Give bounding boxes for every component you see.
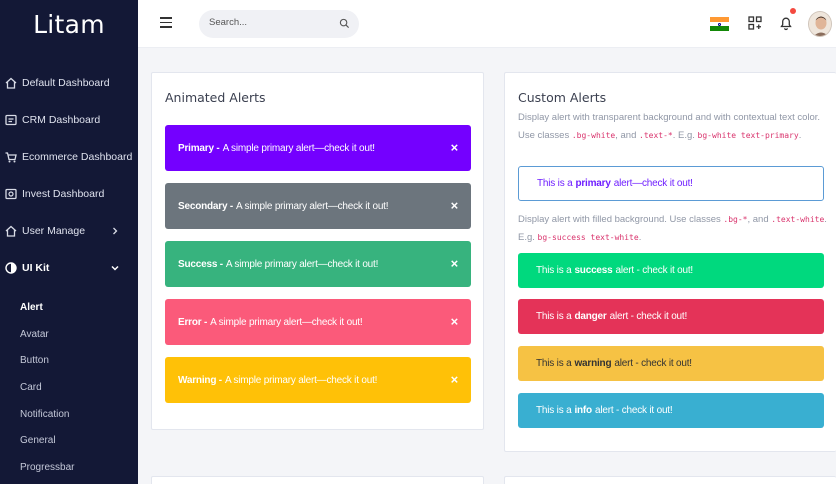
alert-text-bold: warning	[574, 358, 612, 369]
sidebar-item-invest-dashboard[interactable]: Invest Dashboard	[0, 181, 138, 207]
sidebar-item-label: UI Kit	[22, 262, 50, 274]
animated-alerts-card: Animated Alerts Primary - A simple prima…	[151, 72, 484, 430]
search-bar	[199, 10, 359, 38]
desc-text: .	[798, 130, 802, 141]
alert-label: Warning -	[178, 374, 222, 386]
close-icon[interactable]: ×	[451, 314, 459, 329]
sidebar-item-label: Invest Dashboard	[22, 188, 105, 200]
sidebar-subitem-avatar[interactable]: Avatar	[20, 329, 49, 340]
sidebar-item-ecommerce-dashboard[interactable]: Ecommerce Dashboard	[0, 144, 138, 170]
alert-filled-danger: This is a danger alert - check it out!	[518, 299, 824, 334]
sidebar-subitem-button[interactable]: Button	[20, 355, 49, 366]
alert-text-pre: This is a	[536, 265, 572, 276]
sidebar-item-user-manage[interactable]: User Manage	[0, 218, 138, 244]
close-icon[interactable]: ×	[451, 140, 459, 155]
cart-icon	[5, 152, 17, 163]
alert-filled-info: This is a info alert - check it out!	[518, 393, 824, 428]
sidebar-item-default-dashboard[interactable]: Default Dashboard	[0, 70, 138, 96]
alert-text-bold: primary	[575, 178, 611, 189]
menu-icon[interactable]	[160, 17, 172, 29]
sidebar-subitem-progressbar[interactable]: Progressbar	[20, 462, 74, 473]
alert-filled-warning: This is a warning alert - check it out!	[518, 346, 824, 381]
sidebar: Litam Default Dashboard CRM Dashboard Ec…	[0, 0, 138, 484]
bell-icon[interactable]	[778, 14, 794, 32]
alert-text-post: alert - check it out!	[594, 405, 673, 416]
crm-icon	[5, 114, 17, 126]
sidebar-item-label: CRM Dashboard	[22, 114, 101, 126]
sidebar-subitem-card[interactable]: Card	[20, 382, 42, 393]
desc-text: .	[638, 232, 642, 243]
alert-outline-primary: This is a primary alert—check it out!	[518, 166, 824, 201]
desc-code: .text-white	[771, 215, 825, 224]
desc-code: bg-success text-white	[537, 233, 639, 242]
avatar[interactable]	[808, 11, 832, 37]
notification-dot	[790, 8, 796, 14]
custom-alerts-card: Custom Alerts Display alert with transpa…	[504, 72, 836, 452]
top-header	[138, 0, 836, 48]
alert-text: A simple primary alert—check it out!	[222, 142, 376, 154]
alert-primary: Primary - A simple primary alert—check i…	[165, 125, 471, 171]
invest-icon	[5, 188, 17, 200]
sidebar-item-crm-dashboard[interactable]: CRM Dashboard	[0, 107, 138, 133]
desc-text: . E.g.	[672, 130, 695, 141]
desc-text: , and	[615, 130, 637, 141]
sidebar-subitem-general[interactable]: General	[20, 435, 56, 446]
alert-text-bold: success	[574, 265, 613, 276]
alert-warning: Warning - A simple primary alert—check i…	[165, 357, 471, 403]
user-icon	[5, 225, 17, 237]
desc-code: .bg-white	[571, 131, 616, 140]
sidebar-item-ui-kit[interactable]: UI Kit	[0, 255, 138, 281]
alert-text-pre: This is a	[536, 358, 572, 369]
alert-label: Secondary -	[178, 200, 234, 212]
alert-text-post: alert - check it out!	[615, 265, 694, 276]
search-input[interactable]	[209, 17, 329, 28]
alert-text-post: alert—check it out!	[613, 178, 693, 189]
india-flag-icon[interactable]	[710, 17, 729, 31]
sidebar-subitem-alert[interactable]: Alert	[20, 302, 43, 313]
next-card-right	[504, 476, 836, 484]
alert-text-bold: info	[574, 405, 592, 416]
desc-code: bg-white text-primary	[697, 131, 799, 140]
sidebar-item-label: Default Dashboard	[22, 77, 110, 89]
alert-label: Error -	[178, 316, 208, 328]
logo[interactable]: Litam	[0, 0, 138, 48]
sidebar-item-label: Ecommerce Dashboard	[22, 151, 133, 163]
card-title: Animated Alerts	[165, 90, 266, 105]
alert-text: A simple primary alert—check it out!	[210, 316, 363, 328]
alert-text-post: alert - check it out!	[614, 358, 692, 369]
desc-text: Display alert with filled background. Us…	[518, 214, 721, 225]
alert-label: Primary -	[178, 142, 220, 154]
desc-code: .text-*	[639, 131, 673, 140]
alert-text: A simple primary alert—check it out!	[225, 258, 379, 270]
close-icon[interactable]: ×	[451, 256, 459, 271]
alert-secondary: Secondary - A simple primary alert—check…	[165, 183, 471, 229]
card-title: Custom Alerts	[518, 90, 607, 105]
desc-text: , and	[747, 214, 769, 225]
alert-filled-success: This is a success alert - check it out!	[518, 253, 824, 288]
close-icon[interactable]: ×	[451, 198, 459, 213]
alert-error: Error - A simple primary alert—check it …	[165, 299, 471, 345]
chevron-right-icon	[113, 227, 118, 235]
sidebar-item-label: User Manage	[22, 225, 86, 237]
custom-alerts-description-2: Display alert with filled background. Us…	[518, 211, 828, 247]
alert-label: Success -	[178, 258, 223, 270]
alert-text-pre: This is a	[536, 311, 572, 322]
sidebar-subitem-notification[interactable]: Notification	[20, 409, 69, 420]
next-card-left	[151, 476, 484, 484]
alert-text-bold: danger	[574, 311, 607, 322]
alert-text-post: alert - check it out!	[609, 311, 688, 322]
alert-text: A simple primary alert—check it out!	[224, 374, 378, 386]
close-icon[interactable]: ×	[451, 372, 459, 387]
desc-code: .bg-*	[723, 215, 748, 224]
alert-text-pre: This is a	[536, 405, 572, 416]
custom-alerts-description-1: Display alert with transparent backgroun…	[518, 109, 828, 145]
alert-text-pre: This is a	[537, 178, 573, 189]
home-icon	[5, 77, 17, 89]
search-icon[interactable]	[339, 18, 350, 29]
apps-grid-icon[interactable]	[747, 14, 763, 32]
alert-success: Success - A simple primary alert—check i…	[165, 241, 471, 287]
alert-text: A simple primary alert—check it out!	[236, 200, 389, 212]
ui-kit-icon	[5, 262, 17, 274]
chevron-down-icon	[111, 265, 119, 271]
